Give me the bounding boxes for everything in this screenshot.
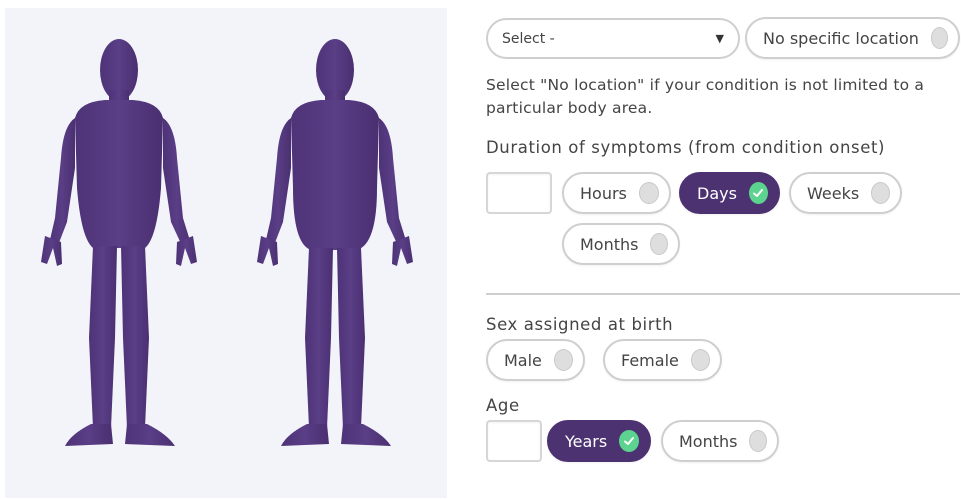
age-years-option[interactable]: Years <box>547 420 651 462</box>
sex-male-label: Male <box>504 350 542 370</box>
age-years-label: Years <box>565 431 608 451</box>
sex-title: Sex assigned at birth <box>486 315 674 334</box>
age-title: Age <box>486 396 520 415</box>
sex-male-option[interactable]: Male <box>486 339 585 381</box>
front-right-leg[interactable] <box>121 246 149 428</box>
back-right-leg[interactable] <box>337 248 365 428</box>
body-back-figure[interactable] <box>257 39 413 446</box>
no-location-label: No specific location <box>763 28 919 48</box>
duration-hours-option[interactable]: Hours <box>562 172 671 214</box>
duration-hours-label: Hours <box>580 183 627 203</box>
no-location-toggle[interactable]: No specific location <box>745 17 960 59</box>
front-left-leg[interactable] <box>89 246 117 428</box>
back-left-foot[interactable] <box>281 424 329 446</box>
radio-indicator <box>690 349 710 371</box>
duration-number-input[interactable] <box>486 172 552 214</box>
location-select-value: Select - <box>502 30 555 47</box>
body-map <box>41 39 413 446</box>
age-months-option[interactable]: Months <box>661 420 779 462</box>
sex-female-label: Female <box>621 350 679 370</box>
radio-indicator <box>553 349 573 371</box>
back-right-foot[interactable] <box>341 424 391 446</box>
radio-indicator <box>871 182 890 204</box>
radio-indicator <box>638 182 659 204</box>
radio-indicator <box>749 430 767 452</box>
duration-weeks-label: Weeks <box>807 183 860 203</box>
body-map-panel <box>5 8 447 498</box>
duration-months-label: Months <box>580 234 639 254</box>
duration-weeks-option[interactable]: Weeks <box>789 172 902 214</box>
location-help-text: Select "No location" if your condition i… <box>486 76 925 117</box>
front-right-hand[interactable] <box>176 236 197 266</box>
location-select[interactable]: Select - ▼ <box>486 18 740 59</box>
back-left-leg[interactable] <box>305 248 333 428</box>
radio-indicator <box>930 27 948 49</box>
section-divider <box>486 293 960 295</box>
duration-days-label: Days <box>697 183 737 203</box>
back-right-hand[interactable] <box>392 236 413 266</box>
front-left-foot[interactable] <box>65 424 113 446</box>
back-right-arm[interactable] <box>379 118 407 248</box>
front-right-arm[interactable] <box>163 118 191 248</box>
sex-female-option[interactable]: Female <box>603 339 722 381</box>
back-torso[interactable] <box>291 100 379 250</box>
back-left-arm[interactable] <box>265 118 291 248</box>
duration-title: Duration of symptoms (from condition ons… <box>486 138 886 157</box>
body-front-figure[interactable] <box>41 39 197 446</box>
check-icon <box>748 182 768 204</box>
chevron-down-icon: ▼ <box>715 32 724 45</box>
front-right-foot[interactable] <box>125 424 175 446</box>
front-torso[interactable] <box>75 100 163 248</box>
front-left-arm[interactable] <box>49 118 75 248</box>
radio-indicator <box>650 233 668 255</box>
duration-months-option[interactable]: Months <box>562 223 680 265</box>
age-months-label: Months <box>679 431 738 451</box>
age-number-input[interactable] <box>486 420 542 462</box>
duration-days-option[interactable]: Days <box>679 172 780 214</box>
check-icon <box>619 430 639 452</box>
